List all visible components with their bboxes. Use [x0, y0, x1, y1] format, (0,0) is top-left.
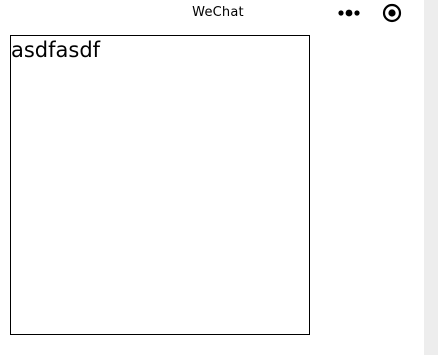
close-button[interactable] [380, 2, 404, 24]
more-button[interactable] [336, 2, 362, 24]
more-dots-icon [338, 9, 360, 17]
content-box: asdfasdf [10, 35, 310, 335]
right-gutter [424, 0, 438, 355]
mini-program-window: WeChat asdfasdf [0, 0, 438, 355]
content-text: asdfasdf [11, 38, 101, 62]
navigation-bar: WeChat [0, 0, 424, 28]
target-close-icon [382, 3, 402, 23]
capsule-menu [332, 2, 414, 24]
